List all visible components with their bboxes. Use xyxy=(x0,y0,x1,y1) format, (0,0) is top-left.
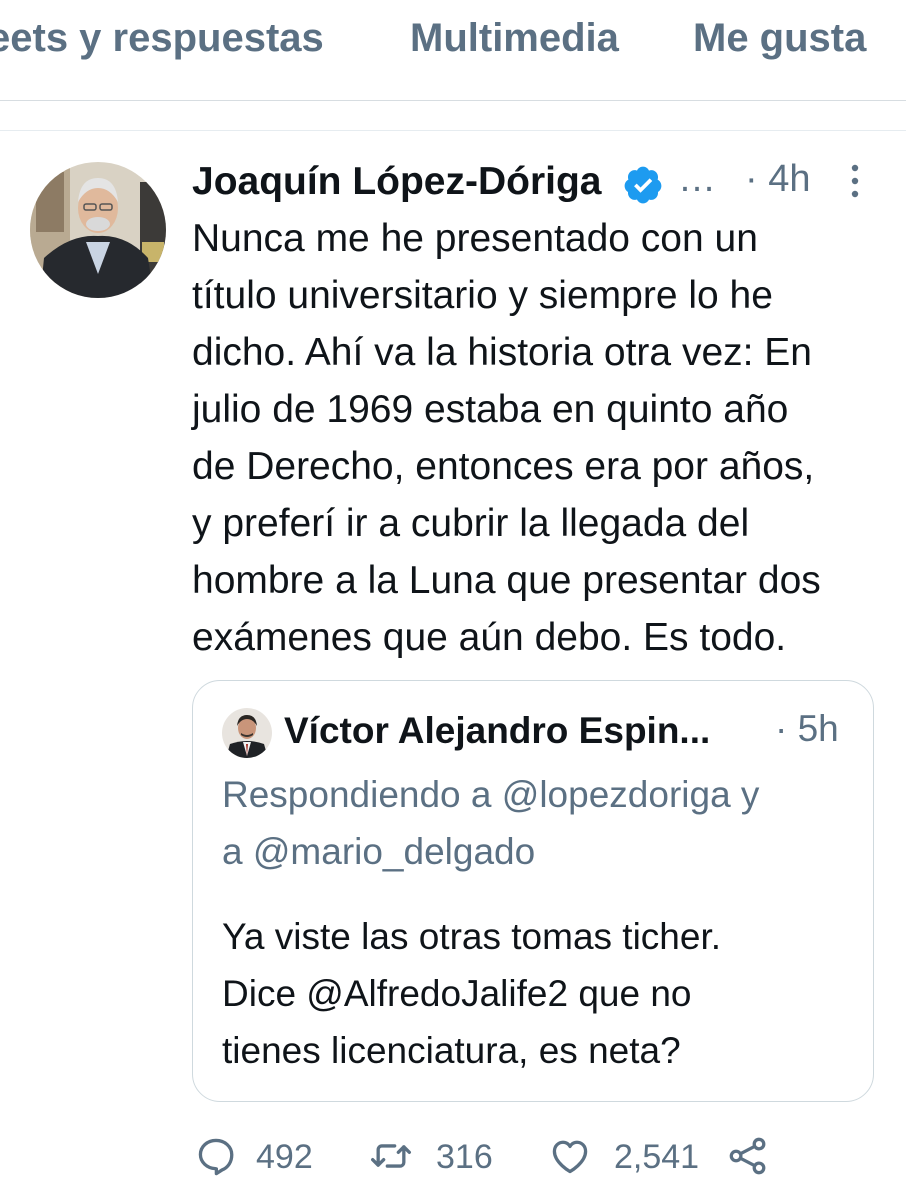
reply-count: 492 xyxy=(256,1138,313,1176)
quoted-text-line: Dice @AlfredoJalife2 que no xyxy=(222,973,692,1014)
reply-button[interactable]: 492 xyxy=(194,1134,324,1180)
quoted-timestamp[interactable]: · 5h xyxy=(775,708,839,750)
verified-badge-icon xyxy=(624,166,662,204)
tweet-text-line: dicho. Ahí va la historia otra vez: En xyxy=(192,331,813,374)
retweet-count: 316 xyxy=(436,1138,493,1176)
reply-icon xyxy=(198,1138,234,1176)
share-button[interactable] xyxy=(726,1134,772,1180)
more-options-icon[interactable] xyxy=(846,162,864,200)
author-handle-truncated: … xyxy=(678,158,716,200)
retweet-icon xyxy=(371,1144,411,1168)
tweet-text-line: título universitario y siempre lo he xyxy=(192,274,773,317)
tweet-text-line: hombre a la Luna que presentar dos xyxy=(192,559,821,602)
tweet-author-name[interactable]: Joaquín López-Dóriga xyxy=(192,160,602,204)
share-icon xyxy=(729,1137,766,1175)
section-divider xyxy=(0,130,906,131)
tweet-text-line: exámenes que aún debo. Es todo. xyxy=(192,616,787,659)
tab-media[interactable]: Multimedia xyxy=(410,16,619,61)
like-count: 2,541 xyxy=(614,1138,700,1176)
tweet-text-line: julio de 1969 estaba en quinto año xyxy=(192,388,789,431)
quoted-reply-context[interactable]: Respondiendo a @lopezdoriga y xyxy=(222,774,759,816)
tweet-timestamp[interactable]: · 4h xyxy=(745,158,810,201)
retweet-button[interactable]: 316 xyxy=(368,1134,498,1180)
tab-likes[interactable]: Me gusta xyxy=(693,16,866,61)
quoted-text-line: tienes licenciatura, es neta? xyxy=(222,1030,681,1071)
author-avatar[interactable] xyxy=(30,162,166,298)
quoted-text-line: Ya viste las otras tomas ticher. xyxy=(222,916,722,957)
tweet-text-line: Nunca me he presentado con un xyxy=(192,217,758,260)
profile-tab-bar: eets y respuestas Multimedia Me gusta xyxy=(0,0,906,101)
like-icon xyxy=(552,1140,588,1174)
like-button[interactable]: 2,541 xyxy=(548,1134,700,1180)
quoted-reply-context[interactable]: a @mario_delgado xyxy=(222,831,535,873)
tab-tweets-and-replies[interactable]: eets y respuestas xyxy=(0,16,324,61)
quoted-author-avatar[interactable] xyxy=(222,708,272,758)
tweet-text-line: y preferí ir a cubrir la llegada del xyxy=(192,502,750,545)
quoted-author-name[interactable]: Víctor Alejandro Espin... xyxy=(284,710,710,752)
tweet-text-line: de Derecho, entonces era por años, xyxy=(192,445,815,488)
